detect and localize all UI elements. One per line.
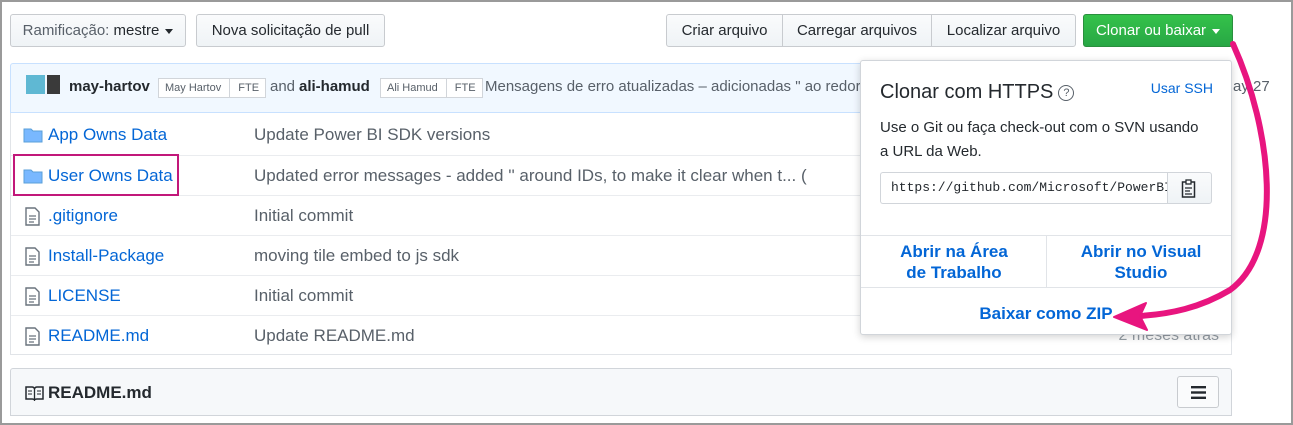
file-name[interactable]: Install-Package bbox=[48, 246, 164, 266]
avatar[interactable] bbox=[26, 75, 45, 94]
file-commit-message[interactable]: Initial commit bbox=[254, 286, 353, 306]
folder-icon bbox=[23, 128, 43, 143]
clone-url-input[interactable]: https://github.com/Microsoft/PowerBI-Dev… bbox=[880, 172, 1167, 204]
file-commit-message[interactable]: Update README.md bbox=[254, 326, 415, 346]
commit-author-2[interactable]: ali-hamud bbox=[299, 78, 370, 95]
clone-download-label: Clonar ou baixar bbox=[1095, 22, 1207, 39]
file-commit-message[interactable]: Initial commit bbox=[254, 206, 353, 226]
avatar[interactable] bbox=[47, 75, 60, 94]
author-badge-name: May Hartov bbox=[165, 82, 222, 94]
fte-badge: FTE bbox=[229, 79, 259, 97]
file-name[interactable]: README.md bbox=[48, 326, 149, 346]
menu-icon bbox=[1191, 386, 1206, 399]
file-icon bbox=[25, 327, 40, 346]
clipboard-icon bbox=[1181, 179, 1196, 198]
chevron-down-icon bbox=[165, 28, 174, 34]
user-owns-data-highlight bbox=[13, 154, 179, 196]
clone-download-button[interactable]: Clonar ou baixar bbox=[1083, 14, 1233, 47]
branch-prefix: Ramificação: bbox=[22, 22, 110, 39]
file-icon bbox=[25, 287, 40, 306]
author-badge-name: Ali Hamud bbox=[387, 82, 438, 94]
commit-author-1[interactable]: may-hartov bbox=[69, 78, 150, 95]
popover-divider bbox=[861, 287, 1231, 288]
commit-date: ay 27 bbox=[1233, 78, 1270, 95]
branch-name: mestre bbox=[113, 22, 160, 39]
author-badge-1: May Hartov FTE bbox=[158, 78, 267, 98]
open-desktop-link[interactable]: Abrir na Área de Trabalho bbox=[889, 241, 1019, 283]
file-commit-message[interactable]: Updated error messages - added '' around… bbox=[254, 166, 807, 186]
file-name[interactable]: .gitignore bbox=[48, 206, 118, 226]
table-of-contents-button[interactable] bbox=[1177, 376, 1219, 408]
popover-description: Use o Git ou faça check-out com o SVN us… bbox=[880, 119, 1199, 160]
popover-title: Clonar com HTTPS? bbox=[880, 81, 1075, 104]
file-name[interactable]: App Owns Data bbox=[48, 125, 167, 145]
fte-badge: FTE bbox=[445, 79, 476, 97]
help-icon[interactable]: ? bbox=[1058, 85, 1075, 101]
book-icon bbox=[25, 386, 44, 401]
find-file-button[interactable]: Localizar arquivo bbox=[931, 14, 1076, 47]
file-name[interactable]: LICENSE bbox=[48, 286, 121, 306]
readme-header: README.md bbox=[10, 368, 1232, 416]
commit-message[interactable]: Mensagens de erro atualizadas – adiciona… bbox=[485, 78, 861, 95]
upload-files-button[interactable]: Carregar arquivos bbox=[782, 14, 932, 47]
file-icon bbox=[25, 207, 40, 226]
file-commit-message[interactable]: moving tile embed to js sdk bbox=[254, 246, 459, 266]
copy-url-button[interactable] bbox=[1167, 172, 1212, 204]
new-pull-request-button[interactable]: Nova solicitação de pull bbox=[196, 14, 385, 47]
file-commit-message[interactable]: Update Power BI SDK versions bbox=[254, 125, 490, 145]
use-ssh-link[interactable]: Usar SSH bbox=[1151, 80, 1213, 96]
open-visual-studio-link[interactable]: Abrir no Visual Studio bbox=[1071, 241, 1211, 283]
chevron-down-icon bbox=[1212, 28, 1221, 34]
author-badge-2: Ali Hamud FTE bbox=[380, 78, 483, 98]
download-zip-link[interactable]: Baixar como ZIP bbox=[961, 303, 1131, 324]
branch-select-button[interactable]: Ramificação: mestre bbox=[10, 14, 186, 47]
readme-title: README.md bbox=[48, 383, 152, 402]
popover-divider bbox=[1046, 236, 1047, 287]
create-file-button[interactable]: Criar arquivo bbox=[666, 14, 783, 47]
commit-and: and bbox=[270, 78, 296, 95]
clone-popover: Clonar com HTTPS? Usar SSH Use o Git ou … bbox=[860, 60, 1232, 335]
popover-title-text: Clonar com HTTPS bbox=[880, 81, 1054, 103]
file-icon bbox=[25, 247, 40, 266]
